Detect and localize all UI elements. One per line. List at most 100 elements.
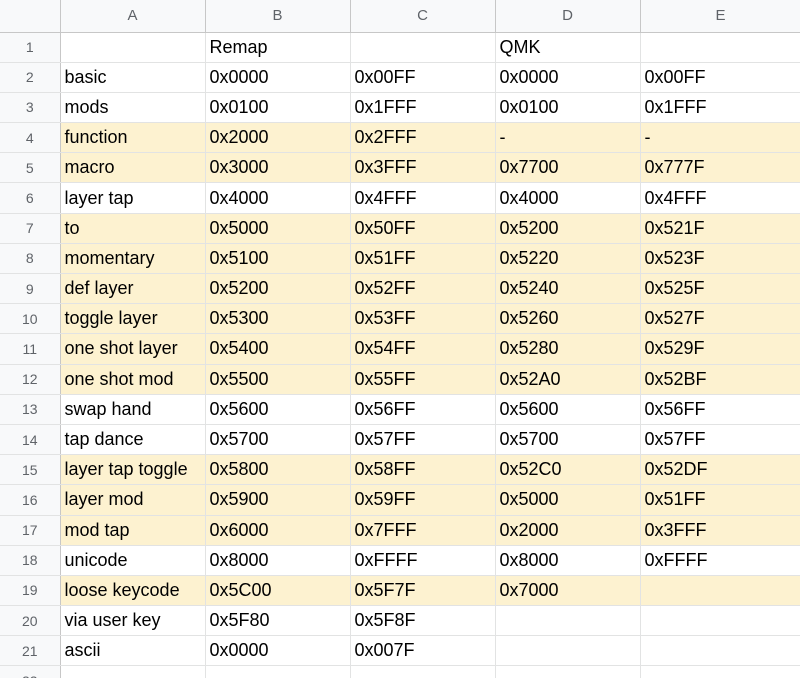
- cell-c16[interactable]: 0x59FF: [350, 484, 496, 516]
- cell-d2[interactable]: 0x0000: [495, 62, 641, 93]
- cell-e10[interactable]: 0x527F: [640, 303, 800, 335]
- cell-d5[interactable]: 0x7700: [495, 152, 641, 184]
- cell-c7[interactable]: 0x50FF: [350, 213, 496, 244]
- row-header[interactable]: 13: [0, 394, 61, 425]
- cell-c11[interactable]: 0x54FF: [350, 333, 496, 365]
- cell-e15[interactable]: 0x52DF: [640, 454, 800, 486]
- cell-a15[interactable]: layer tap toggle: [60, 454, 206, 486]
- cell-a22[interactable]: [60, 665, 206, 678]
- cell-a10[interactable]: toggle layer: [60, 303, 206, 335]
- cell-c14[interactable]: 0x57FF: [350, 424, 496, 456]
- cell-a16[interactable]: layer mod: [60, 484, 206, 516]
- cell-d11[interactable]: 0x5280: [495, 333, 641, 365]
- row-header[interactable]: 19: [0, 575, 61, 607]
- cell-d20[interactable]: [495, 605, 641, 637]
- cell-b22[interactable]: [205, 665, 351, 678]
- row-header[interactable]: 5: [0, 152, 61, 184]
- cell-b14[interactable]: 0x5700: [205, 424, 351, 456]
- cell-a13[interactable]: swap hand: [60, 394, 206, 425]
- row-header[interactable]: 22: [0, 665, 61, 678]
- cell-b8[interactable]: 0x5100: [205, 243, 351, 275]
- cell-c3[interactable]: 0x1FFF: [350, 92, 496, 124]
- cell-a7[interactable]: to: [60, 213, 206, 244]
- cell-e11[interactable]: 0x529F: [640, 333, 800, 365]
- cell-a4[interactable]: function: [60, 122, 206, 154]
- cell-e20[interactable]: [640, 605, 800, 637]
- row-header[interactable]: 2: [0, 62, 61, 93]
- cell-e2[interactable]: 0x00FF: [640, 62, 800, 93]
- row-header[interactable]: 6: [0, 182, 61, 214]
- row-header[interactable]: 11: [0, 333, 61, 365]
- cell-d3[interactable]: 0x0100: [495, 92, 641, 124]
- cell-b13[interactable]: 0x5600: [205, 394, 351, 425]
- cell-c22[interactable]: [350, 665, 496, 678]
- cell-a20[interactable]: via user key: [60, 605, 206, 637]
- cell-e19[interactable]: [640, 575, 800, 607]
- cell-c10[interactable]: 0x53FF: [350, 303, 496, 335]
- cell-a14[interactable]: tap dance: [60, 424, 206, 456]
- cell-d22[interactable]: [495, 665, 641, 678]
- cell-b2[interactable]: 0x0000: [205, 62, 351, 93]
- cell-c2[interactable]: 0x00FF: [350, 62, 496, 93]
- cell-c17[interactable]: 0x7FFF: [350, 515, 496, 546]
- cell-a11[interactable]: one shot layer: [60, 333, 206, 365]
- column-header-a[interactable]: A: [60, 0, 206, 33]
- cell-e12[interactable]: 0x52BF: [640, 364, 800, 395]
- cell-c20[interactable]: 0x5F8F: [350, 605, 496, 637]
- cell-e14[interactable]: 0x57FF: [640, 424, 800, 456]
- cell-a8[interactable]: momentary: [60, 243, 206, 275]
- cell-e1[interactable]: [640, 32, 800, 63]
- cell-e16[interactable]: 0x51FF: [640, 484, 800, 516]
- cell-b7[interactable]: 0x5000: [205, 213, 351, 244]
- cell-d16[interactable]: 0x5000: [495, 484, 641, 516]
- row-header[interactable]: 21: [0, 635, 61, 667]
- cell-b15[interactable]: 0x5800: [205, 454, 351, 486]
- column-header-c[interactable]: C: [350, 0, 496, 33]
- cell-d12[interactable]: 0x52A0: [495, 364, 641, 395]
- cell-b3[interactable]: 0x0100: [205, 92, 351, 124]
- cell-a21[interactable]: ascii: [60, 635, 206, 667]
- cell-d8[interactable]: 0x5220: [495, 243, 641, 275]
- row-header[interactable]: 16: [0, 484, 61, 516]
- cell-a9[interactable]: def layer: [60, 273, 206, 305]
- cell-e3[interactable]: 0x1FFF: [640, 92, 800, 124]
- cell-b9[interactable]: 0x5200: [205, 273, 351, 305]
- row-header[interactable]: 20: [0, 605, 61, 637]
- cell-b6[interactable]: 0x4000: [205, 182, 351, 214]
- cell-d13[interactable]: 0x5600: [495, 394, 641, 425]
- cell-d4[interactable]: -: [495, 122, 641, 154]
- cell-a3[interactable]: mods: [60, 92, 206, 124]
- cell-b12[interactable]: 0x5500: [205, 364, 351, 395]
- cell-c8[interactable]: 0x51FF: [350, 243, 496, 275]
- row-header[interactable]: 18: [0, 545, 61, 576]
- cell-e18[interactable]: 0xFFFF: [640, 545, 800, 576]
- row-header[interactable]: 12: [0, 364, 61, 395]
- cell-d21[interactable]: [495, 635, 641, 667]
- cell-a5[interactable]: macro: [60, 152, 206, 184]
- cell-a12[interactable]: one shot mod: [60, 364, 206, 395]
- row-header[interactable]: 10: [0, 303, 61, 335]
- cell-a18[interactable]: unicode: [60, 545, 206, 576]
- cell-b1[interactable]: Remap: [205, 32, 351, 63]
- cell-b16[interactable]: 0x5900: [205, 484, 351, 516]
- cell-d1[interactable]: QMK: [495, 32, 641, 63]
- row-header[interactable]: 4: [0, 122, 61, 154]
- cell-c6[interactable]: 0x4FFF: [350, 182, 496, 214]
- column-header-e[interactable]: E: [640, 0, 800, 33]
- cell-d15[interactable]: 0x52C0: [495, 454, 641, 486]
- cell-b11[interactable]: 0x5400: [205, 333, 351, 365]
- select-all-corner[interactable]: [0, 0, 61, 33]
- cell-e8[interactable]: 0x523F: [640, 243, 800, 275]
- cell-d10[interactable]: 0x5260: [495, 303, 641, 335]
- cell-c4[interactable]: 0x2FFF: [350, 122, 496, 154]
- row-header[interactable]: 1: [0, 32, 61, 63]
- column-header-b[interactable]: B: [205, 0, 351, 33]
- cell-a19[interactable]: loose keycode: [60, 575, 206, 607]
- cell-a17[interactable]: mod tap: [60, 515, 206, 546]
- cell-c18[interactable]: 0xFFFF: [350, 545, 496, 576]
- cell-b10[interactable]: 0x5300: [205, 303, 351, 335]
- cell-c12[interactable]: 0x55FF: [350, 364, 496, 395]
- row-header[interactable]: 14: [0, 424, 61, 456]
- cell-d7[interactable]: 0x5200: [495, 213, 641, 244]
- cell-c5[interactable]: 0x3FFF: [350, 152, 496, 184]
